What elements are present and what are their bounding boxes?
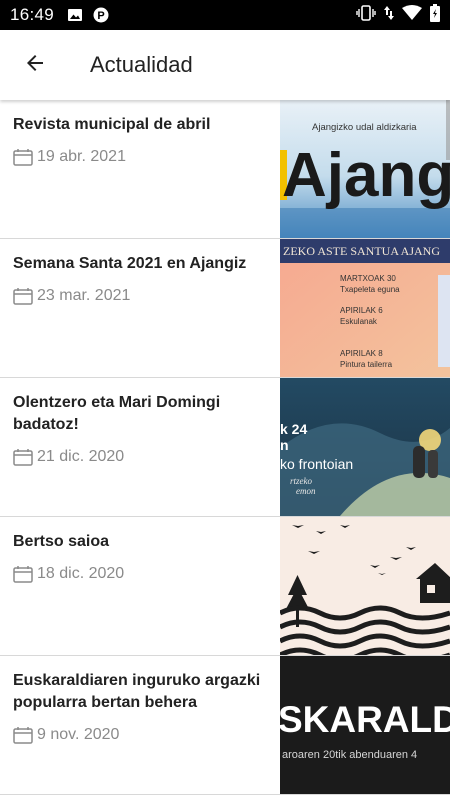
news-date: 9 nov. 2020 <box>13 726 270 744</box>
news-date: 18 dic. 2020 <box>13 565 270 583</box>
thumb-line: APIRILAK 6 <box>340 306 383 315</box>
news-thumbnail <box>280 517 450 655</box>
news-title: Semana Santa 2021 en Ajangiz <box>13 255 247 272</box>
news-date-text: 9 nov. 2020 <box>37 726 120 743</box>
news-item-bertso-saioa[interactable]: Bertso saioa 18 dic. 2020 <box>0 517 450 656</box>
thumb-sub: aroaren 20tik abenduaren 4 <box>282 749 417 761</box>
calendar-icon <box>13 149 33 166</box>
news-item-semana-santa[interactable]: Semana Santa 2021 en Ajangiz 23 mar. 202… <box>0 239 450 378</box>
news-text: Euskaraldiaren inguruko argazki popularr… <box>0 656 280 794</box>
news-date-text: 23 mar. 2021 <box>37 287 131 304</box>
news-item-olentzero[interactable]: Olentzero eta Mari Domingi badatoz! 21 d… <box>0 378 450 517</box>
calendar-icon <box>13 449 33 466</box>
news-item-euskaraldia[interactable]: Euskaraldiaren inguruko argazki popularr… <box>0 656 450 795</box>
calendar-icon <box>13 288 33 305</box>
thumb-headline: Ajangi <box>282 141 450 210</box>
news-title: Olentzero eta Mari Domingi badatoz! <box>13 394 221 433</box>
status-bar: 16:49 P <box>0 0 450 30</box>
news-date: 23 mar. 2021 <box>13 287 270 305</box>
thumb-line: APIRILAK 8 <box>340 349 383 358</box>
news-thumbnail: SKARALD aroaren 20tik abenduaren 4 <box>280 656 450 794</box>
battery-icon <box>430 3 440 27</box>
back-button[interactable] <box>0 30 70 100</box>
thumb-line: rtzeko <box>290 476 312 486</box>
thumb-line: emon <box>296 486 316 496</box>
wifi-icon <box>402 4 422 26</box>
news-date-text: 19 abr. 2021 <box>37 148 126 165</box>
thumb-line: Eskulanak <box>340 317 378 326</box>
news-thumbnail: ZEKO ASTE SANTUA AJANG MARTXOAK 30 Txape… <box>280 239 450 377</box>
arrow-left-icon <box>23 51 47 80</box>
svg-text:P: P <box>97 10 104 22</box>
thumb-headline: SKARALD <box>280 699 450 740</box>
thumb-line: ko frontoian <box>280 456 353 472</box>
image-notification-icon <box>66 6 84 24</box>
data-arrows-icon <box>384 5 394 26</box>
news-date: 21 dic. 2020 <box>13 448 270 466</box>
thumb-caption: Ajangizko udal aldizkaria <box>312 122 417 133</box>
thumb-line: k 24 <box>280 421 307 437</box>
news-date-text: 21 dic. 2020 <box>37 448 125 465</box>
news-text: Olentzero eta Mari Domingi badatoz! 21 d… <box>0 378 280 516</box>
news-text: Revista municipal de abril 19 abr. 2021 <box>0 100 280 238</box>
thumb-line: Txapeleta eguna <box>340 285 400 294</box>
news-thumbnail: Ajangizko udal aldizkaria Ajangi <box>280 100 450 238</box>
thumb-banner: ZEKO ASTE SANTUA AJANG <box>283 244 440 258</box>
news-item-revista-municipal[interactable]: Revista municipal de abril 19 abr. 2021 … <box>0 100 450 239</box>
news-title: Bertso saioa <box>13 533 110 550</box>
news-text: Bertso saioa 18 dic. 2020 <box>0 517 280 655</box>
news-date: 19 abr. 2021 <box>13 148 270 166</box>
status-icons <box>356 3 440 27</box>
thumb-line: n <box>280 437 289 453</box>
calendar-icon <box>13 727 33 744</box>
thumb-line: MARTXOAK 30 <box>340 274 396 283</box>
news-title: Revista municipal de abril <box>13 116 211 133</box>
scrollbar[interactable] <box>446 100 450 160</box>
calendar-icon <box>13 566 33 583</box>
vibrate-icon <box>356 4 376 26</box>
news-title: Euskaraldiaren inguruko argazki popularr… <box>13 672 261 711</box>
news-date-text: 18 dic. 2020 <box>37 565 125 582</box>
news-list: Revista municipal de abril 19 abr. 2021 … <box>0 100 450 795</box>
parking-notification-icon: P <box>92 6 110 24</box>
news-thumbnail: k 24 n ko frontoian rtzeko emon <box>280 378 450 516</box>
news-text: Semana Santa 2021 en Ajangiz 23 mar. 202… <box>0 239 280 377</box>
page-title: Actualidad <box>90 52 193 77</box>
thumb-line: Pintura tailerra <box>340 360 393 369</box>
status-time: 16:49 <box>10 5 55 24</box>
app-bar: Actualidad <box>0 30 450 100</box>
